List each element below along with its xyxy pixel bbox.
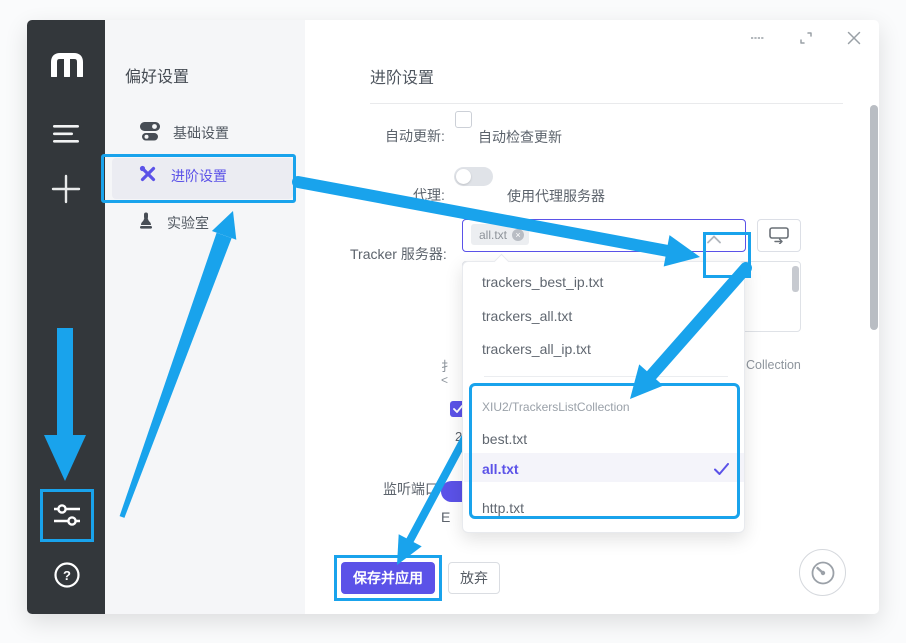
sidebar-item-label: 实验室: [167, 213, 209, 233]
app-window: ? 偏好设置 基础设置 进阶设置: [27, 20, 879, 614]
textarea-scrollbar-thumb[interactable]: [792, 266, 799, 292]
tag-close-icon[interactable]: ×: [512, 229, 524, 241]
auto-update-checkbox[interactable]: [455, 111, 472, 128]
dropdown-item[interactable]: http.txt: [482, 500, 524, 516]
help-icon[interactable]: ?: [53, 561, 81, 589]
listen-port-label: 监听端口: [383, 479, 439, 499]
task-list-icon[interactable]: [52, 124, 80, 144]
scrollbar-thumb[interactable]: [870, 105, 878, 330]
dropdown-item[interactable]: trackers_all_ip.txt: [482, 341, 591, 357]
dropdown-item[interactable]: trackers_best_ip.txt: [482, 274, 603, 290]
page-title: 进阶设置: [370, 64, 434, 88]
auto-update-checkbox-label: 自动检查更新: [478, 127, 562, 147]
title-divider: [370, 103, 843, 104]
dropdown-group-label: XIU2/TrackersListCollection: [482, 400, 630, 414]
sidebar-item-label: 进阶设置: [171, 166, 227, 186]
sync-trackers-button[interactable]: [757, 219, 801, 252]
add-task-icon[interactable]: [51, 174, 81, 204]
app-sidebar: ?: [27, 20, 105, 614]
dropdown-item[interactable]: trackers_all.txt: [482, 308, 572, 324]
save-and-apply-button[interactable]: 保存并应用: [341, 562, 435, 594]
text-fragment: E: [441, 509, 450, 525]
tools-icon: [138, 164, 158, 187]
motrix-logo-icon: [48, 50, 86, 78]
svg-text:?: ?: [63, 568, 71, 583]
chevron-up-icon[interactable]: [707, 231, 721, 249]
sidebar-item-advanced-settings[interactable]: 进阶设置: [138, 164, 227, 187]
proxy-toggle-label: 使用代理服务器: [507, 186, 605, 206]
gauge-icon: [809, 559, 837, 587]
tag-label: all.txt: [479, 228, 507, 242]
proxy-toggle[interactable]: [454, 167, 493, 186]
settings-sliders-icon[interactable]: [51, 498, 83, 532]
speed-limit-button[interactable]: [799, 549, 846, 596]
discard-button[interactable]: 放弃: [448, 562, 500, 594]
preferences-panel: 偏好设置 基础设置 进阶设置 实验室: [105, 20, 305, 614]
dropdown-item[interactable]: best.txt: [482, 431, 527, 447]
check-icon: [714, 462, 729, 480]
auto-update-label: 自动更新:: [385, 126, 445, 146]
sidebar-item-lab[interactable]: 实验室: [138, 212, 209, 233]
toggles-icon: [140, 122, 160, 144]
minimize-button[interactable]: [749, 30, 765, 46]
sidebar-item-basic-settings[interactable]: 基础设置: [140, 122, 229, 144]
screenshot-canvas: ? 偏好设置 基础设置 进阶设置: [0, 0, 906, 643]
dropdown-group-divider: [484, 376, 728, 377]
tracker-label: Tracker 服务器:: [350, 244, 447, 264]
dropdown-selected-item[interactable]: all.txt: [482, 461, 519, 477]
proxy-label: 代理:: [413, 185, 445, 205]
main-content: 进阶设置 自动更新: 自动检查更新 代理: 使用代理服务器 Tracker 服务…: [305, 20, 879, 614]
tracker-select[interactable]: all.txt ×: [462, 219, 746, 252]
selected-tracker-tag: all.txt ×: [471, 224, 529, 245]
lab-stamp-icon: [138, 212, 154, 233]
hint-text-fragment: Collection: [746, 358, 801, 372]
preferences-title: 偏好设置: [125, 63, 189, 87]
sidebar-item-label: 基础设置: [173, 123, 229, 143]
toggle-knob: [456, 169, 471, 184]
maximize-button[interactable]: [798, 30, 814, 46]
hint-text-fragment: <: [441, 373, 448, 387]
dropdown-notch: [494, 254, 510, 270]
close-button[interactable]: [846, 30, 862, 46]
tracker-dropdown: trackers_best_ip.txt trackers_all.txt tr…: [462, 261, 745, 533]
